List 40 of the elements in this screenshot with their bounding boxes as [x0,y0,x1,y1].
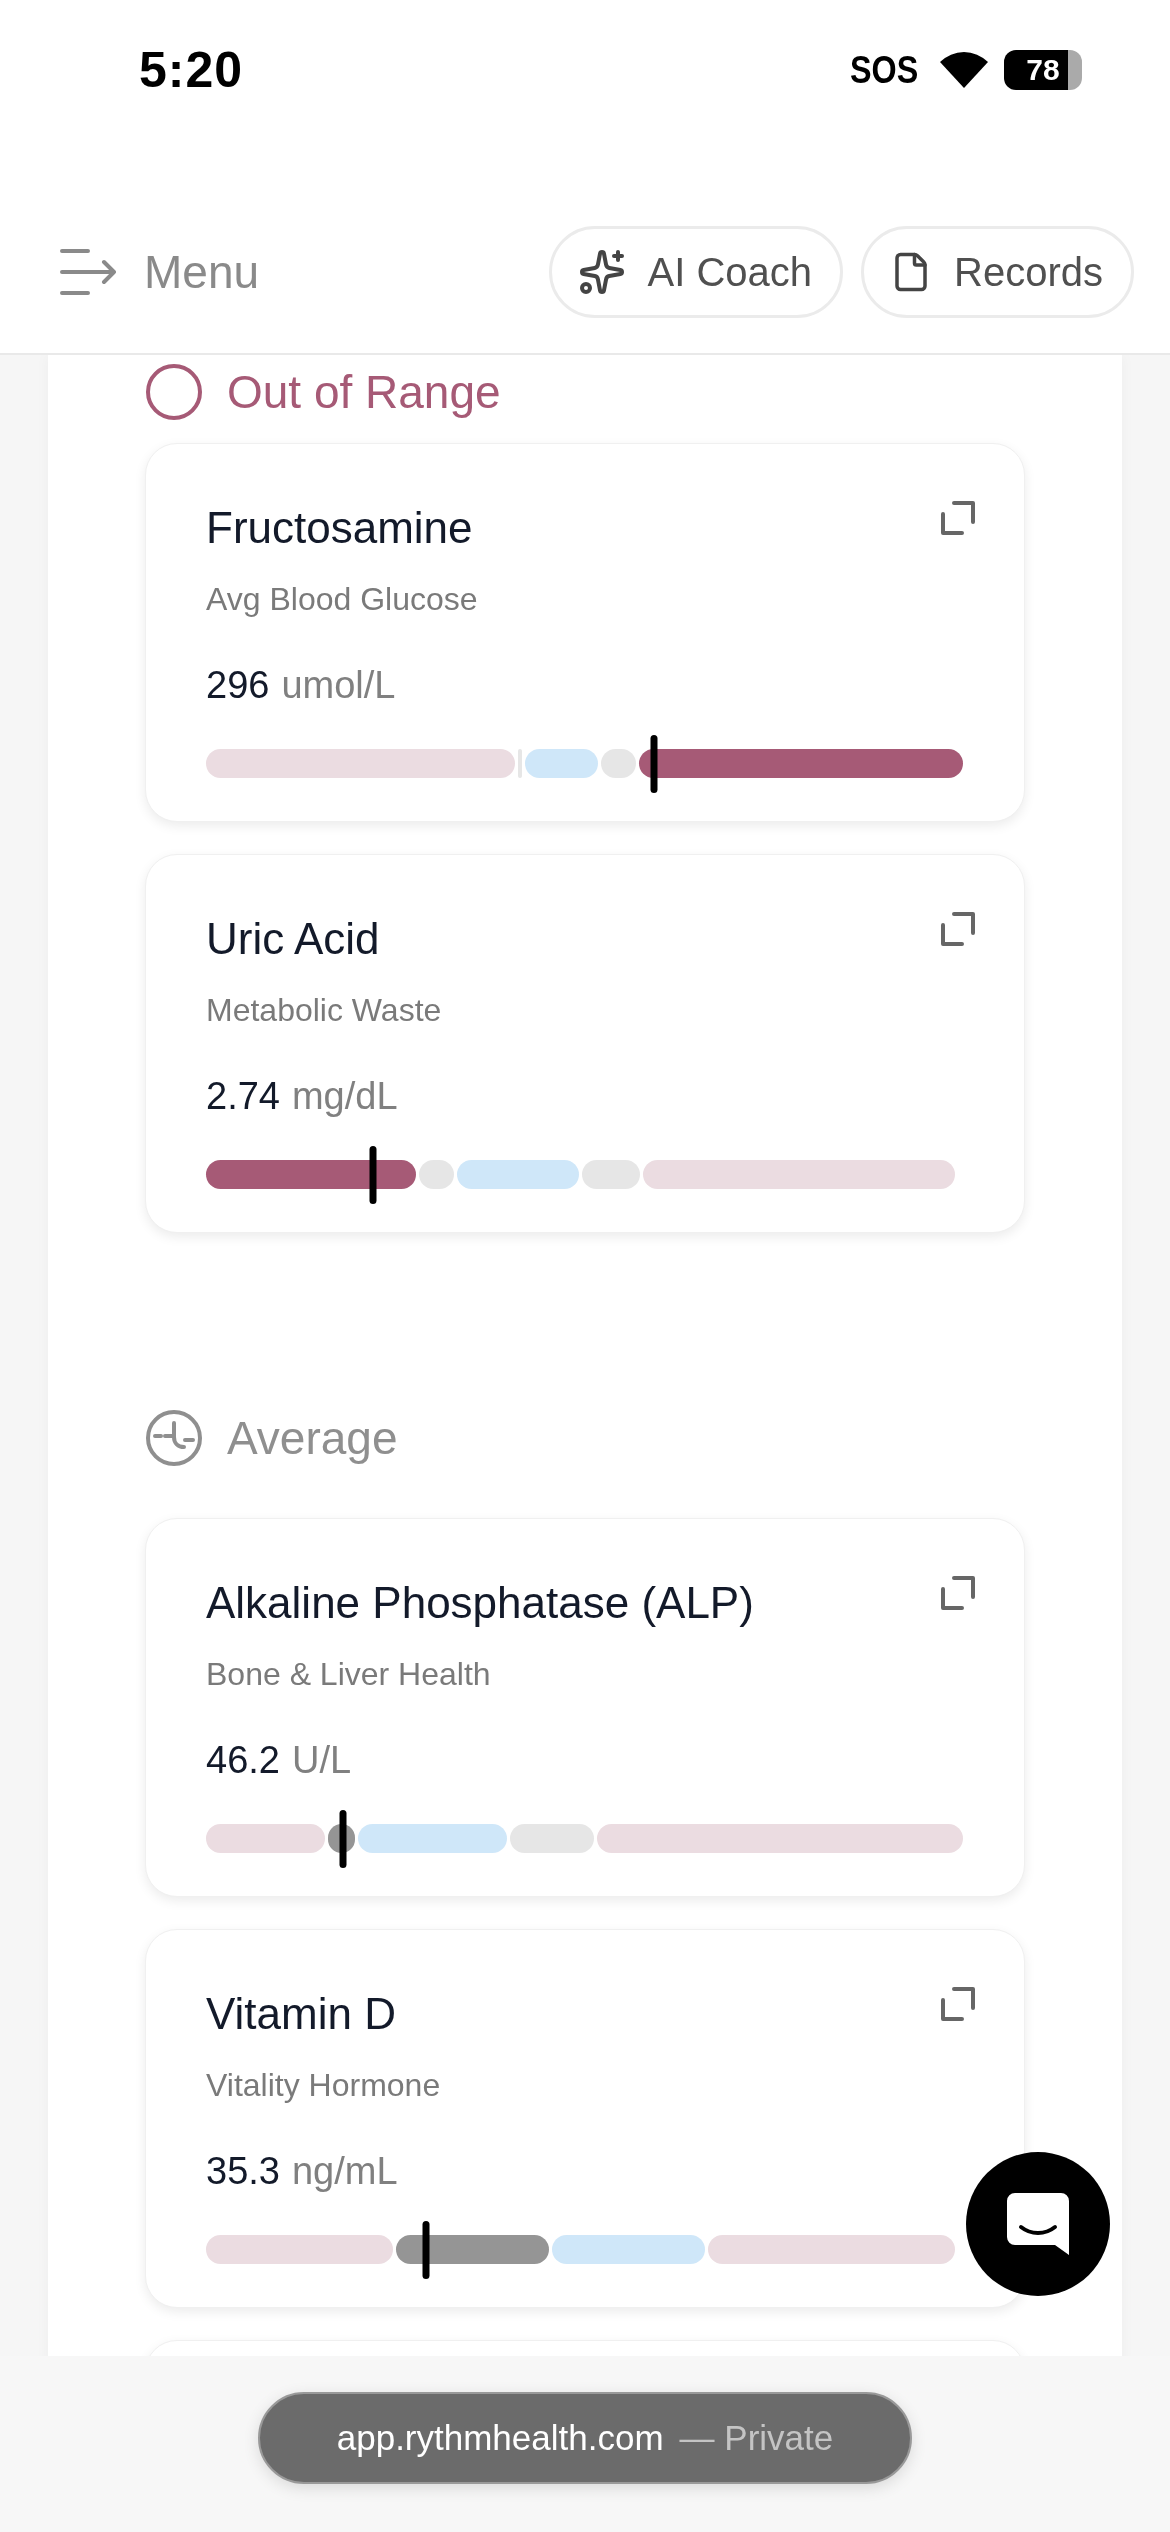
status-time: 5:20 [139,41,244,99]
biomarker-name: Fructosamine [206,502,473,554]
ai-coach-button[interactable]: AI Coach [548,226,844,318]
private-label: — Private [679,2418,834,2458]
biomarker-unit: umol/L [281,664,396,707]
biomarker-value: 2.74 [206,1075,280,1118]
expand-icon[interactable] [940,911,976,947]
expand-icon[interactable] [940,1575,976,1611]
expand-icon[interactable] [940,500,976,536]
biomarker-subtitle: Metabolic Waste [206,991,442,1030]
sos-indicator: SOS [849,48,918,92]
biomarker-card[interactable]: Fructosamine Avg Blood Glucose 296 umol/L [145,443,1025,822]
biomarker-unit: U/L [291,1739,352,1782]
wave-circle-icon [145,1409,203,1467]
biomarker-name: Uric Acid [206,913,380,965]
ring-icon [145,363,203,421]
records-button[interactable]: Records [861,226,1134,318]
biomarker-name: Vitamin D [206,1988,396,2040]
biomarker-card[interactable]: Vitamin D Vitality Hormone 35.3 ng/mL [145,1929,1025,2308]
biomarker-subtitle: Avg Blood Glucose [206,580,478,619]
url-text: app.rythmhealth.com [336,2418,664,2458]
battery-indicator: 78 [1004,50,1082,90]
biomarker-subtitle: Bone & Liver Health [206,1655,491,1694]
wifi-icon [938,50,990,90]
expand-icon[interactable] [940,1986,976,2022]
section-title: Average [227,1411,398,1465]
biomarker-subtitle: Vitality Hormone [206,2066,441,2105]
address-bar[interactable]: app.rythmhealth.com — Private [258,2392,912,2484]
chat-icon [1005,2191,1071,2257]
biomarker-card[interactable]: Alkaline Phosphatase (ALP) Bone & Liver Health 46.2 U/L [145,1518,1025,1897]
section-title: Out of Range [227,365,501,419]
menu-icon [60,247,118,297]
biomarker-value: 35.3 [206,2150,280,2193]
biomarker-value: 296 [206,664,270,707]
biomarker-value: 46.2 [206,1739,280,1782]
biomarker-unit: ng/mL [291,2150,398,2193]
biomarker-card[interactable]: Uric Acid Metabolic Waste 2.74 mg/dL [145,854,1025,1233]
sparkle-icon [577,248,626,296]
biomarker-unit: mg/dL [291,1075,398,1118]
biomarker-name: Alkaline Phosphatase (ALP) [206,1577,754,1629]
